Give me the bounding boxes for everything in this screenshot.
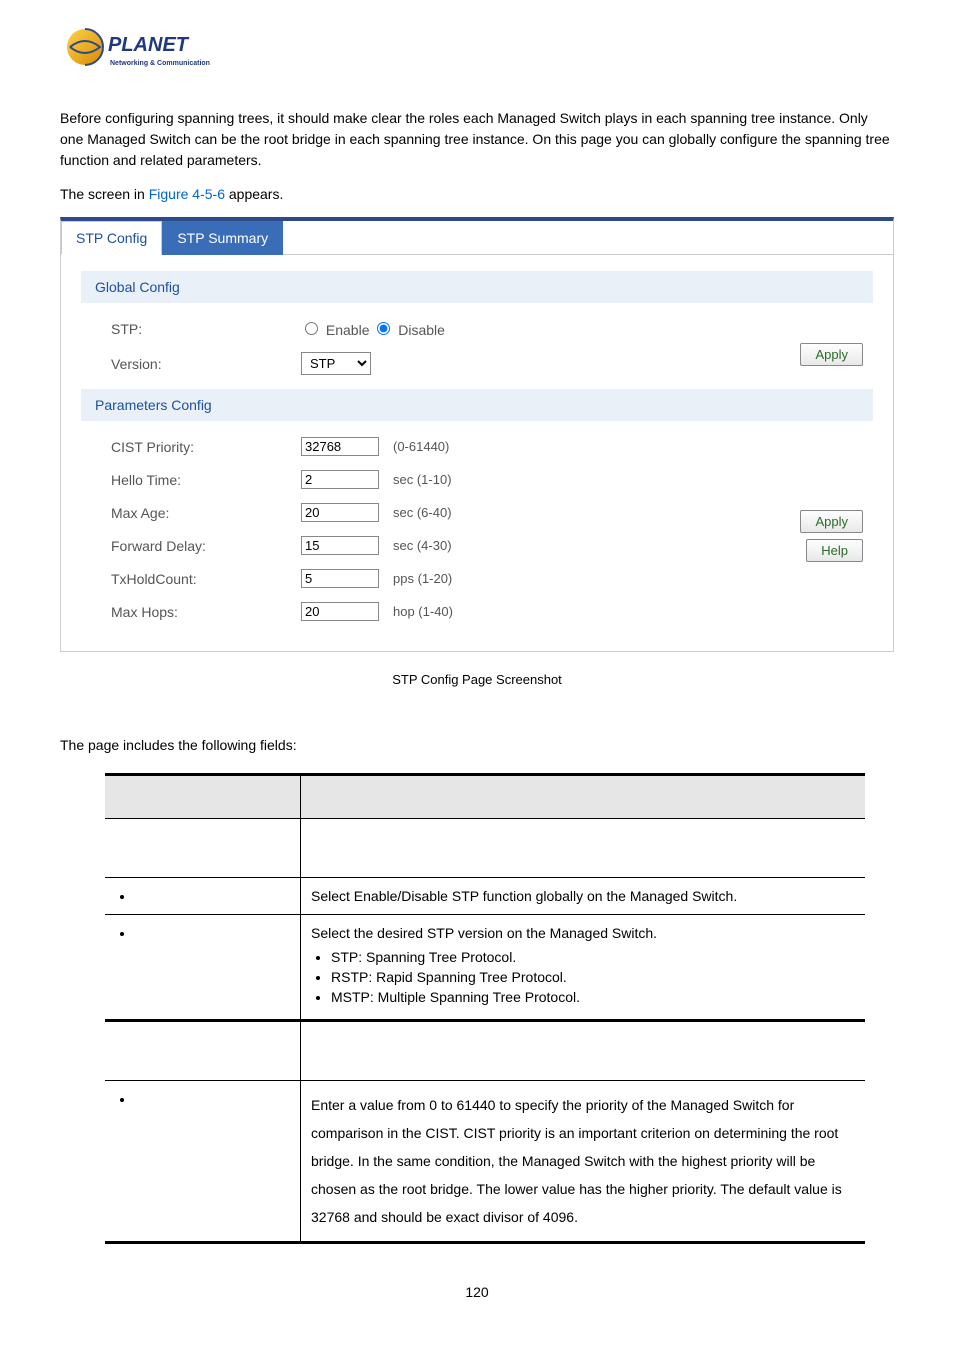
parameters-config-header: Parameters Config: [81, 389, 873, 421]
cist-priority-hint: (0-61440): [393, 439, 449, 454]
row-cist-desc: Enter a value from 0 to 61440 to specify…: [301, 1081, 866, 1243]
row-stp-object: [135, 888, 290, 904]
figure-prefix: The screen in: [60, 186, 149, 202]
hello-time-label: Hello Time:: [111, 472, 301, 488]
hello-time-hint: sec (1-10): [393, 472, 452, 487]
tab-stp-config[interactable]: STP Config: [61, 221, 162, 255]
forward-delay-label: Forward Delay:: [111, 538, 301, 554]
max-age-input[interactable]: [301, 503, 379, 522]
disable-label: Disable: [398, 322, 445, 338]
row-stp-desc: Select Enable/Disable STP function globa…: [301, 878, 866, 915]
max-hops-input[interactable]: [301, 602, 379, 621]
apply-button-global[interactable]: Apply: [800, 343, 863, 366]
cist-priority-input[interactable]: [301, 437, 379, 456]
tab-stp-summary[interactable]: STP Summary: [162, 221, 283, 255]
svg-text:Networking & Communication: Networking & Communication: [110, 60, 210, 67]
apply-button-params[interactable]: Apply: [800, 510, 863, 533]
forward-delay-hint: sec (4-30): [393, 538, 452, 553]
version-item-rstp: RSTP: Rapid Spanning Tree Protocol.: [331, 969, 855, 985]
txholdcount-input[interactable]: [301, 569, 379, 588]
forward-delay-input[interactable]: [301, 536, 379, 555]
figure-suffix: appears.: [225, 186, 283, 202]
version-item-stp: STP: Spanning Tree Protocol.: [331, 949, 855, 965]
page-number: 120: [60, 1284, 894, 1300]
svg-text:PLANET: PLANET: [108, 34, 190, 56]
global-config-header: Global Config: [81, 271, 873, 303]
hello-time-input[interactable]: [301, 470, 379, 489]
max-hops-label: Max Hops:: [111, 604, 301, 620]
figure-link[interactable]: Figure 4-5-6: [149, 186, 225, 202]
txholdcount-label: TxHoldCount:: [111, 571, 301, 587]
stp-enable-radio[interactable]: [305, 322, 318, 335]
cist-priority-label: CIST Priority:: [111, 439, 301, 455]
max-hops-hint: hop (1-40): [393, 604, 453, 619]
max-age-hint: sec (6-40): [393, 505, 452, 520]
stp-label: STP:: [111, 321, 301, 337]
row-cist-object: [135, 1091, 290, 1107]
version-select[interactable]: STP: [301, 352, 371, 375]
brand-logo: PLANET Networking & Communication: [60, 25, 894, 78]
fields-table: Select Enable/Disable STP function globa…: [105, 773, 865, 1244]
version-label: Version:: [111, 356, 301, 372]
figure-reference: The screen in Figure 4-5-6 appears.: [60, 186, 894, 202]
stp-disable-radio[interactable]: [377, 322, 390, 335]
intro-paragraph: Before configuring spanning trees, it sh…: [60, 108, 894, 171]
fields-intro: The page includes the following fields:: [60, 737, 894, 753]
row-version-object: [135, 925, 290, 941]
max-age-label: Max Age:: [111, 505, 301, 521]
version-item-mstp: MSTP: Multiple Spanning Tree Protocol.: [331, 989, 855, 1005]
help-button[interactable]: Help: [806, 539, 863, 562]
stp-config-panel: STP Config STP Summary Global Config STP…: [60, 217, 894, 652]
txholdcount-hint: pps (1-20): [393, 571, 452, 586]
row-version-lead: Select the desired STP version on the Ma…: [311, 925, 855, 941]
screenshot-caption: STP Config Page Screenshot: [60, 672, 894, 687]
enable-label: Enable: [326, 322, 370, 338]
